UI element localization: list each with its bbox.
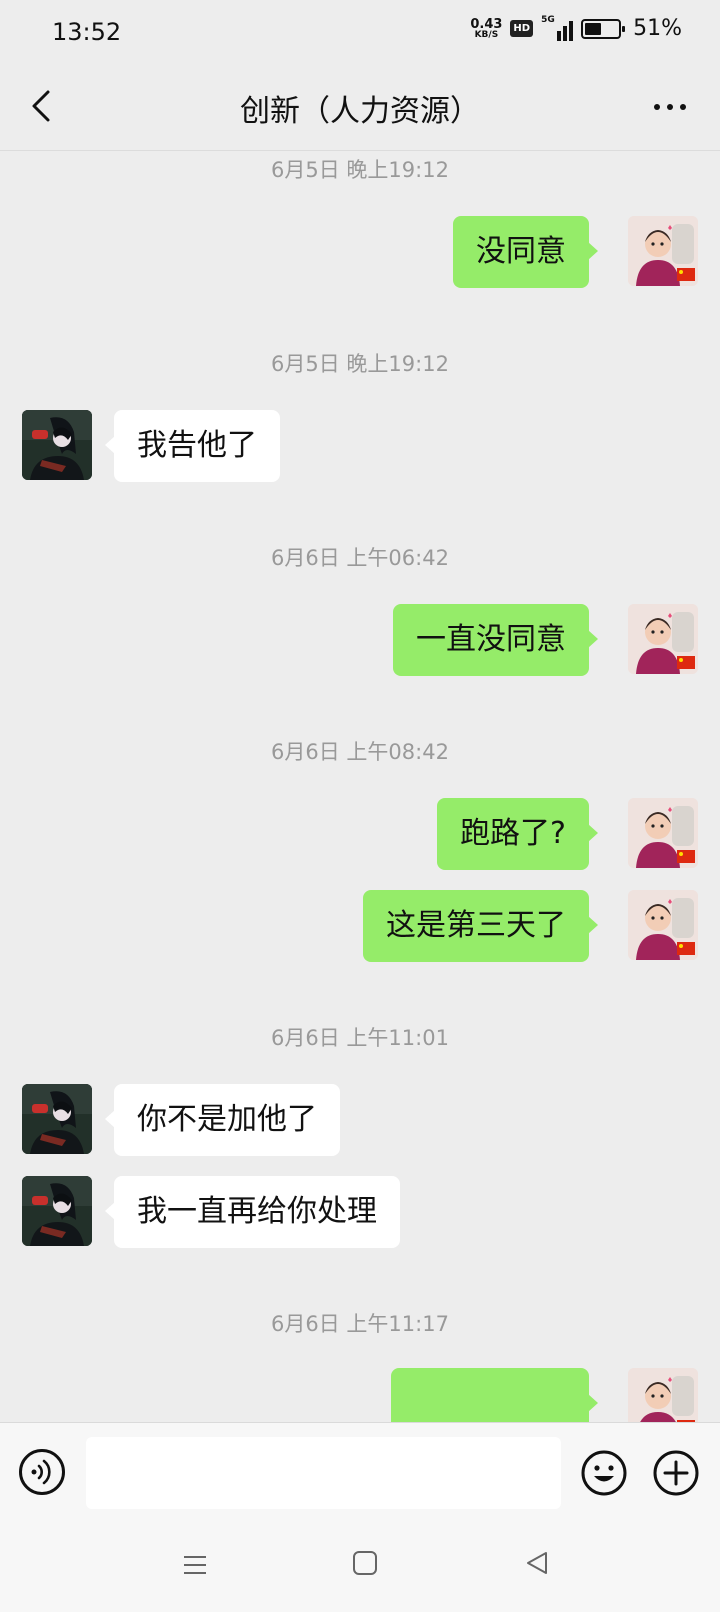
message-timestamp: 6月6日 上午11:17: [271, 1312, 449, 1336]
contact-avatar[interactable]: [22, 1084, 92, 1154]
back-triangle-icon[interactable]: [522, 1548, 552, 1578]
more-dots-icon[interactable]: [650, 92, 690, 122]
plus-icon[interactable]: [652, 1449, 700, 1497]
hd-icon: HD: [510, 20, 534, 37]
sent-message-bubble[interactable]: 一直没同意: [393, 604, 598, 676]
system-nav-bar: [0, 1522, 720, 1612]
my-avatar[interactable]: [628, 216, 698, 286]
voice-icon[interactable]: [19, 1449, 65, 1495]
message-timestamp: 6月6日 上午08:42: [271, 740, 449, 764]
chat-header: 创新（人力资源）: [0, 62, 720, 151]
contact-avatar[interactable]: [22, 1176, 92, 1246]
menu-icon[interactable]: [180, 1550, 210, 1580]
status-bar: 13:52 0.43 KB/S HD 5G 51%: [0, 0, 720, 62]
network-type: 5G: [541, 14, 555, 25]
sent-message-bubble[interactable]: 这是第三天了: [363, 890, 598, 962]
message-timestamp: 6月6日 上午06:42: [271, 546, 449, 570]
sent-message-bubble[interactable]: 跑路了?: [437, 798, 598, 870]
received-message-bubble[interactable]: 我一直再给你处理: [105, 1176, 400, 1248]
contact-avatar[interactable]: [22, 410, 92, 480]
my-avatar[interactable]: [628, 890, 698, 960]
battery-icon: [581, 18, 626, 39]
message-timestamp: 6月5日 晚上19:12: [271, 158, 449, 182]
status-time: 13:52: [52, 18, 122, 46]
sent-message-bubble[interactable]: [391, 1368, 598, 1422]
input-bar: [0, 1422, 720, 1523]
my-avatar[interactable]: [628, 1368, 698, 1422]
network-speed: 0.43 KB/S: [470, 18, 502, 40]
sent-message-bubble[interactable]: 没同意: [453, 216, 598, 288]
message-timestamp: 6月6日 上午11:01: [271, 1026, 449, 1050]
status-indicators: 0.43 KB/S HD 5G 51%: [470, 14, 682, 42]
battery-percent: 51%: [633, 16, 682, 41]
chat-title: 创新（人力资源）: [240, 94, 480, 129]
received-message-bubble[interactable]: 我告他了: [105, 410, 280, 482]
emoji-icon[interactable]: [580, 1449, 628, 1497]
signal-icon: 5G: [541, 14, 574, 41]
home-icon[interactable]: [350, 1548, 380, 1578]
my-avatar[interactable]: [628, 798, 698, 868]
message-list[interactable]: 6月5日 晚上19:12 没同意 6月5日 晚上19:12 我告他了 6月6日 上午06…: [0, 150, 720, 1422]
my-avatar[interactable]: [628, 604, 698, 674]
received-message-bubble[interactable]: 你不是加他了: [105, 1084, 340, 1156]
network-speed-unit: KB/S: [474, 29, 499, 40]
message-timestamp: 6月5日 晚上19:12: [271, 352, 449, 376]
network-speed-value: 0.43: [470, 16, 503, 32]
message-input[interactable]: [86, 1437, 561, 1509]
